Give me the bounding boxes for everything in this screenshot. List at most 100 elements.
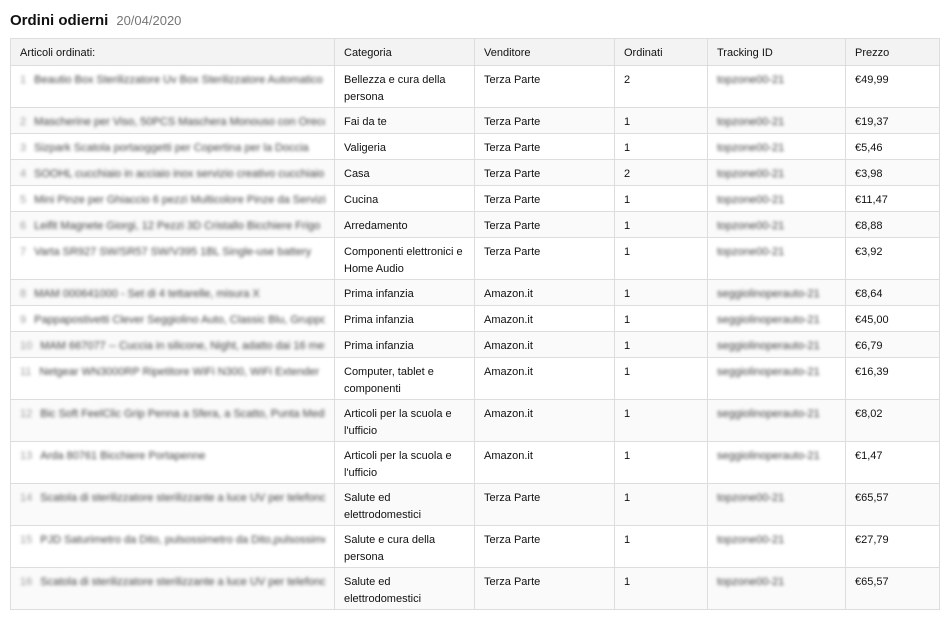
tracking-id-cell: seggiolinoperauto-21 (707, 331, 846, 358)
item-name-blurred[interactable]: 13 Arda 80761 Bicchiere Portapenne (20, 448, 325, 465)
row-number: 1 (20, 74, 27, 86)
item-name-blurred[interactable]: 12 Bic Soft FeelClic Grip Penna a Sfera, … (20, 406, 325, 423)
category-cell: Casa (334, 159, 475, 186)
item-name-blurred[interactable]: 15 PJD Saturimetro da Dito, pulsossimetro… (20, 532, 325, 549)
table-row: 4 SOOHL cucchiaio in acciaio inox servizi… (10, 159, 940, 186)
price-cell: €45,00 (845, 305, 940, 332)
quantity-cell: 1 (614, 107, 708, 134)
item-name-blurred[interactable]: 6 Leifit Magnete Giorgi, 12 Pezzi 3D Cris… (20, 218, 325, 235)
item-cell: 13 Arda 80761 Bicchiere Portapenne (10, 441, 335, 484)
table-row: 11 Netgear WN3000RP Ripetitore WiFi N300,… (10, 357, 940, 400)
item-title: Arda 80761 Bicchiere Portapenne (40, 450, 206, 462)
page-title: Ordini odierni (10, 12, 109, 29)
item-name-blurred[interactable]: 16 Scatola di sterilizzatore sterilizzant… (20, 574, 325, 591)
category-cell: Salute ed elettrodomestici (334, 567, 475, 610)
table-row: 2 Mascherine per Viso, 50PCS Maschera Mon… (10, 107, 940, 134)
quantity-cell: 1 (614, 211, 708, 238)
tracking-id-blurred: seggiolinoperauto-21 (717, 450, 820, 462)
quantity-cell: 1 (614, 441, 708, 484)
item-title: Scatola di sterilizzatore sterilizzante … (40, 492, 325, 504)
row-number: 13 (20, 450, 33, 462)
item-title: Pappapostivetti Clever Seggiolino Auto, … (34, 314, 325, 326)
tracking-id-blurred: seggiolinoperauto-21 (717, 288, 820, 300)
table-row: 1 Beautio Box Sterilizzatore Uv Box Steri… (10, 65, 940, 108)
tracking-id-blurred: topzone00-21 (717, 74, 785, 86)
item-title: Scatola di sterilizzatore sterilizzante … (40, 576, 325, 588)
item-title: SOOHL cucchiaio in acciaio inox servizio… (34, 168, 325, 180)
table-row: 14 Scatola di sterilizzatore sterilizzant… (10, 483, 940, 526)
seller-cell: Terza Parte (474, 525, 615, 568)
tracking-id-cell: topzone00-21 (707, 107, 846, 134)
item-name-blurred[interactable]: 2 Mascherine per Viso, 50PCS Maschera Mon… (20, 114, 325, 131)
item-cell: 6 Leifit Magnete Giorgi, 12 Pezzi 3D Cris… (10, 211, 335, 238)
category-cell: Cucina (334, 185, 475, 212)
tracking-id-blurred: topzone00-21 (717, 534, 785, 546)
item-name-blurred[interactable]: 14 Scatola di sterilizzatore sterilizzant… (20, 490, 325, 507)
item-title: Leifit Magnete Giorgi, 12 Pezzi 3D Crist… (34, 220, 321, 232)
seller-cell: Terza Parte (474, 185, 615, 212)
item-name-blurred[interactable]: 4 SOOHL cucchiaio in acciaio inox servizi… (20, 166, 325, 183)
seller-cell: Terza Parte (474, 107, 615, 134)
item-cell: 1 Beautio Box Sterilizzatore Uv Box Steri… (10, 65, 335, 108)
row-number: 8 (20, 288, 27, 300)
column-header-price: Prezzo (845, 38, 940, 66)
tracking-id-cell: topzone00-21 (707, 185, 846, 212)
price-cell: €6,79 (845, 331, 940, 358)
price-cell: €27,79 (845, 525, 940, 568)
row-number: 11 (20, 366, 32, 378)
quantity-cell: 1 (614, 133, 708, 160)
item-name-blurred[interactable]: 3 Sizpark Scatola portaoggetti per Copert… (20, 140, 325, 157)
item-name-blurred[interactable]: 7 Varta SR927 SW/SR57 SW/V395 1BL Single-… (20, 244, 325, 261)
tracking-id-blurred: seggiolinoperauto-21 (717, 408, 820, 420)
item-cell: 5 Mini Pinze per Ghiaccio 6 pezzi Multico… (10, 185, 335, 212)
row-number: 4 (20, 168, 27, 180)
row-number: 2 (20, 116, 27, 128)
category-cell: Bellezza e cura della persona (334, 65, 475, 108)
category-cell: Articoli per la scuola e l'ufficio (334, 399, 475, 442)
seller-cell: Terza Parte (474, 567, 615, 610)
item-name-blurred[interactable]: 10 MAM 667077 -- Cuccia in silicone, Nigh… (20, 338, 325, 355)
item-title: Varta SR927 SW/SR57 SW/V395 1BL Single-u… (34, 246, 312, 258)
row-number: 12 (20, 408, 33, 420)
item-name-blurred[interactable]: 5 Mini Pinze per Ghiaccio 6 pezzi Multico… (20, 192, 325, 209)
tracking-id-cell: seggiolinoperauto-21 (707, 357, 846, 400)
seller-cell: Terza Parte (474, 159, 615, 186)
item-title: MAM 000641000 - Set di 4 tettarelle, mis… (34, 288, 260, 300)
seller-cell: Terza Parte (474, 483, 615, 526)
quantity-cell: 1 (614, 331, 708, 358)
tracking-id-blurred: seggiolinoperauto-21 (717, 314, 820, 326)
seller-cell: Amazon.it (474, 441, 615, 484)
item-title: Beautio Box Sterilizzatore Uv Box Steril… (34, 74, 323, 86)
item-name-blurred[interactable]: 9 Pappapostivetti Clever Seggiolino Auto,… (20, 312, 325, 329)
table-row: 16 Scatola di sterilizzatore sterilizzant… (10, 567, 940, 610)
category-cell: Prima infanzia (334, 331, 475, 358)
quantity-cell: 1 (614, 357, 708, 400)
item-name-blurred[interactable]: 8 MAM 000641000 - Set di 4 tettarelle, mi… (20, 286, 325, 303)
tracking-id-blurred: topzone00-21 (717, 142, 785, 154)
seller-cell: Terza Parte (474, 211, 615, 238)
category-cell: Componenti elettronici e Home Audio (334, 237, 475, 280)
table-row: 9 Pappapostivetti Clever Seggiolino Auto,… (10, 305, 940, 332)
tracking-id-cell: topzone00-21 (707, 237, 846, 280)
item-cell: 4 SOOHL cucchiaio in acciaio inox servizi… (10, 159, 335, 186)
row-number: 5 (20, 194, 27, 206)
tracking-id-blurred: topzone00-21 (717, 492, 785, 504)
column-header-category: Categoria (334, 38, 475, 66)
column-header-quantity: Ordinati (614, 38, 708, 66)
table-row: 13 Arda 80761 Bicchiere Portapenne Articol… (10, 441, 940, 484)
page-header: Ordini odierni 20/04/2020 (10, 12, 181, 29)
column-header-items: Articoli ordinati: (10, 38, 335, 66)
item-name-blurred[interactable]: 11 Netgear WN3000RP Ripetitore WiFi N300,… (20, 364, 325, 381)
item-cell: 7 Varta SR927 SW/SR57 SW/V395 1BL Single-… (10, 237, 335, 280)
table-row: 15 PJD Saturimetro da Dito, pulsossimetro… (10, 525, 940, 568)
item-cell: 11 Netgear WN3000RP Ripetitore WiFi N300,… (10, 357, 335, 400)
price-cell: €11,47 (845, 185, 940, 212)
item-name-blurred[interactable]: 1 Beautio Box Sterilizzatore Uv Box Steri… (20, 72, 325, 89)
seller-cell: Amazon.it (474, 357, 615, 400)
row-number: 9 (20, 314, 27, 326)
item-cell: 2 Mascherine per Viso, 50PCS Maschera Mon… (10, 107, 335, 134)
tracking-id-cell: seggiolinoperauto-21 (707, 305, 846, 332)
quantity-cell: 1 (614, 483, 708, 526)
column-header-tracking-id: Tracking ID (707, 38, 846, 66)
item-title: PJD Saturimetro da Dito, pulsossimetro d… (40, 534, 325, 546)
